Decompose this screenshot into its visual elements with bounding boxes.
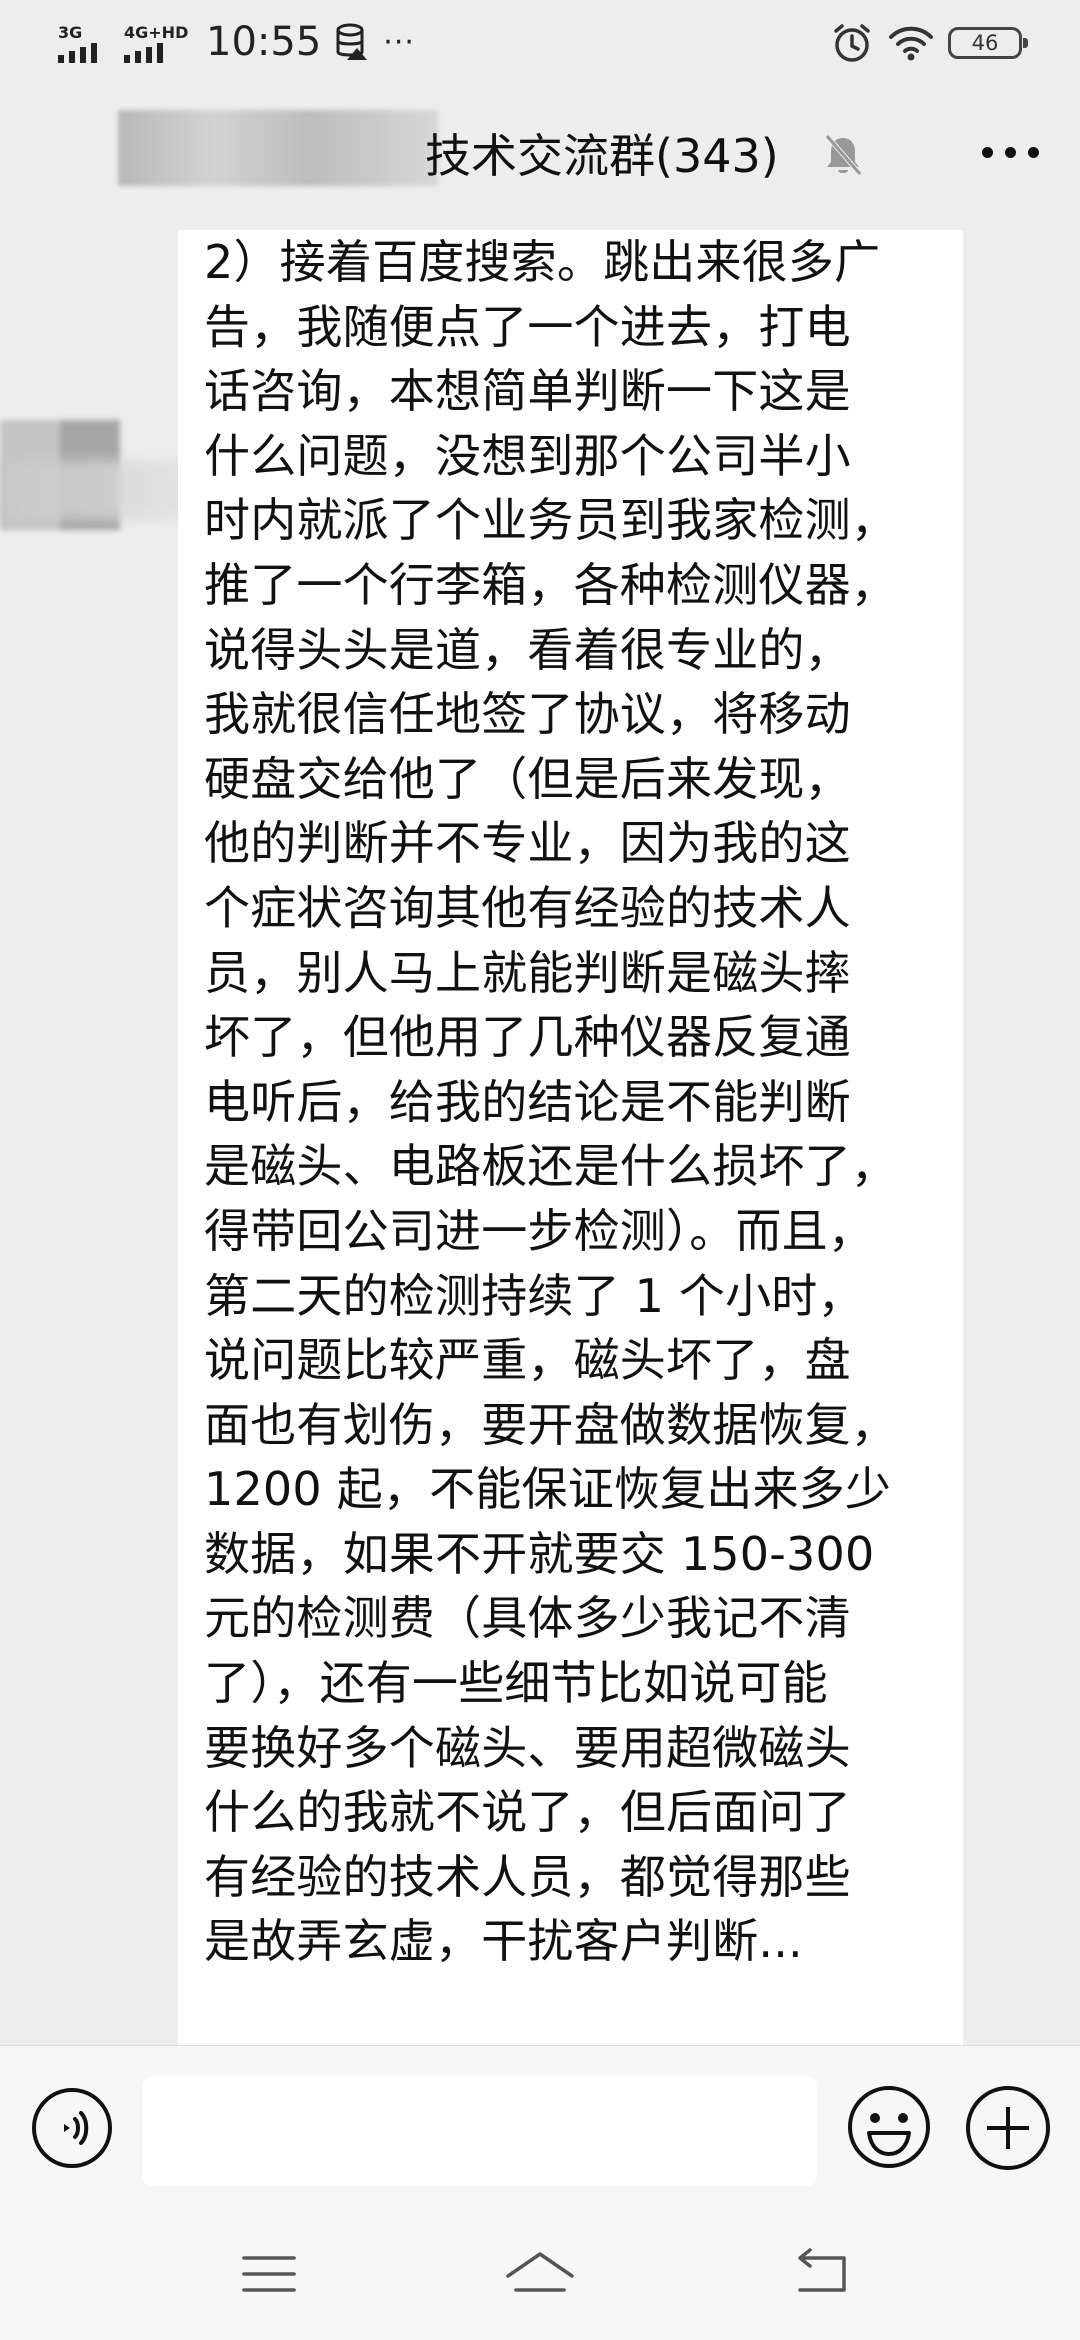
dot	[1004, 146, 1016, 158]
message-line: 推了一个行李箱，各种检测仪器，	[204, 557, 897, 612]
message-line: 元的检测费（具体多少我记不清	[204, 1591, 851, 1646]
sim2-signal-icon: 4G+HD	[124, 17, 189, 67]
more-options-button[interactable]	[970, 124, 1050, 180]
message-line: 2）接着百度搜索。跳出来很多广	[204, 235, 881, 289]
wifi-icon	[889, 26, 933, 61]
message-line: 得带回公司进一步检测）。而且，	[204, 1203, 874, 1258]
message-line: 说得头头是道，看着很专业的，	[204, 622, 851, 677]
message-line: 面也有划伤，要开盘做数据恢复，	[204, 1397, 897, 1452]
sim2-network-label: 4G+HD	[124, 23, 189, 42]
message-line: 什么问题，没想到那个公司半小	[204, 428, 851, 483]
dot	[981, 146, 993, 158]
message-line: 坏了，但他用了几种仪器反复通	[204, 1010, 851, 1065]
navigation-bar	[0, 2210, 1080, 2340]
message-line: 要换好多个磁头、要用超微磁头	[204, 1720, 851, 1775]
message-line: 时内就派了个业务员到我家检测，	[204, 493, 897, 548]
dot	[1027, 146, 1039, 158]
message-line: 个症状咨询其他有经验的技术人	[204, 880, 851, 935]
menu-icon[interactable]	[230, 2242, 310, 2306]
voice-icon	[64, 2111, 89, 2145]
input-bar	[0, 2045, 1080, 2211]
plus-button[interactable]	[966, 2086, 1050, 2170]
bell-muted-icon	[825, 134, 862, 176]
signal-bars	[58, 43, 97, 63]
message-line: 电听后，给我的结论是不能判断	[204, 1074, 851, 1129]
signal-bars	[124, 43, 163, 63]
message-line: 有经验的技术人员，都觉得那些	[204, 1849, 851, 1904]
message-line: 是故弄玄虚，干扰客户判断...	[204, 1914, 803, 1969]
message-line: 硬盘交给他了（但是后来发现，	[204, 751, 851, 806]
message-line: 第二天的检测持续了 1 个小时，	[204, 1268, 864, 1323]
sim1-signal-icon: 3G	[58, 17, 110, 67]
chat-title[interactable]: 技术交流群(343)	[425, 120, 779, 186]
message-bubble[interactable]: 2）接着百度搜索。跳出来很多广 告，我随便点了一个进去，打电 话咨询，本想简单判断一…	[178, 230, 963, 2045]
blurred-name-region	[118, 110, 438, 186]
database-icon	[336, 23, 368, 60]
sim1-network-label: 3G	[58, 23, 83, 42]
message-line: 我就很信任地签了协议，将移动	[204, 687, 851, 742]
message-input[interactable]	[142, 2076, 817, 2186]
status-left: 3G 4G+HD 10:55 ···	[58, 12, 415, 72]
message-line: 告，我随便点了一个进去，打电	[204, 299, 851, 354]
status-bar: 3G 4G+HD 10:55 ··· 46	[0, 0, 1080, 90]
status-time: 10:55	[206, 19, 322, 65]
blurred-avatar-shadow	[0, 460, 200, 520]
emoji-button[interactable]	[846, 2084, 932, 2170]
message-line: 话咨询，本想简单判断一下这是	[204, 364, 851, 419]
message-area[interactable]: 2）接着百度搜索。跳出来很多广 告，我随便点了一个进去，打电 话咨询，本想简单判断一…	[0, 230, 1080, 2045]
message-line: 他的判断并不专业，因为我的这	[204, 816, 851, 871]
battery-icon: 46	[948, 27, 1028, 59]
voice-button[interactable]	[32, 2088, 112, 2168]
message-line: 数据，如果不开就要交 150-300	[204, 1526, 875, 1581]
message-line: 1200 起，不能保证恢复出来多少	[204, 1462, 892, 1517]
battery-level: 46	[971, 31, 999, 55]
chat-header: 技术交流群(343)	[0, 90, 1080, 230]
alarm-icon	[834, 24, 870, 62]
status-right: 46	[830, 18, 1028, 68]
back-icon[interactable]	[784, 2242, 864, 2306]
message-line: 是磁头、电路板还是什么损坏了，	[204, 1139, 897, 1194]
status-more-icon: ···	[383, 24, 415, 60]
message-line: 说问题比较严重，磁头坏了，盘	[204, 1333, 851, 1388]
home-icon[interactable]	[500, 2242, 580, 2306]
message-line: 员，别人马上就能判断是磁头摔	[204, 945, 851, 1000]
message-line: 什么的我就不说了，但后面问了	[204, 1785, 851, 1840]
message-line: 了），还有一些细节比如说可能	[204, 1656, 828, 1711]
